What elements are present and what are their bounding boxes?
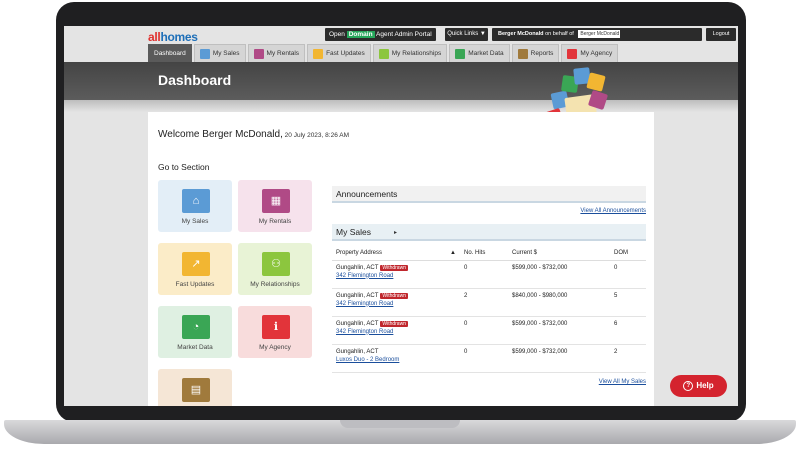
col-property-address[interactable]: Property Address ▲ — [332, 246, 460, 261]
header-sub-band — [64, 100, 738, 112]
dom-cell: 2 — [610, 344, 646, 373]
tile-my-sales[interactable]: ⌂ My Sales — [158, 180, 232, 232]
my-sales-table: Property Address ▲ No. Hits Current $ DO… — [332, 246, 646, 373]
property-address-link[interactable]: 342 Flemington Road — [336, 329, 460, 335]
price-cell: $599,000 - $732,000 — [508, 260, 610, 289]
laptop-notch — [340, 420, 460, 428]
tile-fast-updates[interactable]: ↗ Fast Updates — [158, 243, 232, 295]
tile-label: My Agency — [259, 344, 291, 351]
market-data-icon — [455, 48, 466, 59]
my-relationships-icon — [378, 48, 389, 59]
status-badge: Withdrawn — [380, 292, 408, 299]
user-bar: Berger McDonald on behalf of Berger McDo… — [492, 28, 702, 41]
go-to-section-title: Go to Section — [158, 162, 210, 172]
screen: allhomes Open Domain Agent Admin Portal … — [64, 26, 738, 406]
agent-admin-portal-button[interactable]: Open Domain Agent Admin Portal — [325, 28, 436, 41]
tile-label: Market Data — [177, 344, 213, 351]
dom-cell: 0 — [610, 260, 646, 289]
table-row: Gungahlin, ACT Withdrawn 342 Flemington Ro… — [332, 288, 646, 317]
hits-cell: 2 — [460, 288, 508, 317]
tile-label: My Sales — [181, 218, 209, 225]
logout-button[interactable]: Logout — [706, 28, 736, 41]
on-behalf-label: on behalf of — [543, 31, 576, 37]
my-rentals-icon — [253, 48, 264, 59]
property-address-link[interactable]: 342 Flemington Road — [336, 301, 460, 307]
tile-my-agency[interactable]: ℹ My Agency — [238, 306, 312, 358]
hits-cell: 0 — [460, 316, 508, 345]
tab-my-relationships[interactable]: My Relationships — [372, 44, 448, 62]
property-cell: Gungahlin, ACT Withdrawn 342 Flemington Ro… — [332, 288, 460, 317]
tile-label: Fast Updates — [175, 281, 215, 288]
tile-my-relationships[interactable]: ⚇ My Relationships — [238, 243, 312, 295]
hits-cell: 0 — [460, 260, 508, 289]
dom-cell: 6 — [610, 316, 646, 345]
dom-cell: 5 — [610, 288, 646, 317]
user-name: Berger McDonald — [498, 31, 544, 37]
col-dom[interactable]: DOM — [610, 246, 646, 261]
quick-links-dropdown[interactable]: Quick Links ▼ — [445, 28, 488, 41]
table-row: Gungahlin, ACT Luxos Duo - 2 Bedroom 0 $599… — [332, 344, 646, 373]
tile-label: My Relationships — [250, 281, 300, 288]
property-address-link[interactable]: Luxos Duo - 2 Bedroom — [336, 357, 460, 363]
my-relationships-icon: ⚇ — [262, 252, 290, 276]
tab-reports[interactable]: Reports — [511, 44, 560, 62]
fast-updates-icon: ↗ — [182, 252, 210, 276]
reports-icon — [517, 48, 528, 59]
status-badge: Withdrawn — [380, 320, 408, 327]
my-sales-icon — [199, 48, 210, 59]
property-cell: Gungahlin, ACT Withdrawn 342 Flemington Ro… — [332, 316, 460, 345]
on-behalf-select[interactable]: Berger McDonald — [578, 29, 621, 38]
status-badge: Withdrawn — [380, 264, 408, 271]
table-row: Gungahlin, ACT Withdrawn 342 Flemington Ro… — [332, 316, 646, 345]
tile-label: My Rentals — [258, 218, 292, 225]
my-sales-header: My Sales — [332, 224, 646, 241]
help-button[interactable]: ? Help — [670, 375, 727, 397]
my-agency-icon — [567, 48, 578, 59]
reports-icon: ▤ — [182, 378, 210, 402]
tile-my-rentals[interactable]: ▦ My Rentals — [238, 180, 312, 232]
fast-updates-icon — [313, 48, 324, 59]
property-cell: Gungahlin, ACT Withdrawn 342 Flemington Ro… — [332, 260, 460, 289]
tab-my-rentals[interactable]: My Rentals — [247, 44, 306, 62]
price-cell: $599,000 - $732,000 — [508, 344, 610, 373]
tab-my-agency[interactable]: My Agency — [561, 44, 619, 62]
welcome-message: Welcome Berger McDonald, 20 July 2023, 8… — [158, 129, 350, 140]
hits-cell: 0 — [460, 344, 508, 373]
top-bar: allhomes Open Domain Agent Admin Portal … — [148, 26, 738, 44]
announcements-header: Announcements — [332, 186, 646, 203]
mouse-cursor-icon: ▸ — [394, 230, 398, 236]
col-no-hits[interactable]: No. Hits — [460, 246, 508, 261]
view-all-announcements-link[interactable]: View All Announcements — [580, 208, 646, 214]
property-address-link[interactable]: 342 Flemington Road — [336, 273, 460, 279]
my-agency-icon: ℹ — [262, 315, 290, 339]
tab-market-data[interactable]: Market Data — [449, 44, 510, 62]
my-rentals-icon: ▦ — [262, 189, 290, 213]
tile-reports[interactable]: ▤ — [158, 369, 232, 406]
market-data-icon: ◔ — [182, 315, 210, 339]
tile-market-data[interactable]: ◔ Market Data — [158, 306, 232, 358]
question-icon: ? — [683, 380, 694, 391]
tab-my-sales[interactable]: My Sales — [193, 44, 246, 62]
tab-fast-updates[interactable]: Fast Updates — [307, 44, 371, 62]
view-all-my-sales-link[interactable]: View All My Sales — [599, 379, 646, 385]
main-nav: Dashboard My Sales My Rentals Fast Updates M… — [148, 44, 619, 62]
tab-dashboard[interactable]: Dashboard — [148, 44, 192, 62]
table-row: Gungahlin, ACT Withdrawn 342 Flemington Ro… — [332, 260, 646, 289]
page-title: Dashboard — [158, 72, 232, 88]
price-cell: $599,000 - $732,000 — [508, 316, 610, 345]
current-date: 20 July 2023, 8:26 AM — [282, 132, 350, 139]
price-cell: $840,000 - $980,000 — [508, 288, 610, 317]
my-sales-icon: ⌂ — [182, 189, 210, 213]
col-current-price[interactable]: Current $ — [508, 246, 610, 261]
sort-asc-icon[interactable]: ▲ — [450, 250, 456, 256]
property-cell: Gungahlin, ACT Luxos Duo - 2 Bedroom — [332, 344, 460, 373]
allhomes-logo[interactable]: allhomes — [148, 30, 198, 44]
dashboard-content: Welcome Berger McDonald, 20 July 2023, 8… — [148, 112, 654, 406]
